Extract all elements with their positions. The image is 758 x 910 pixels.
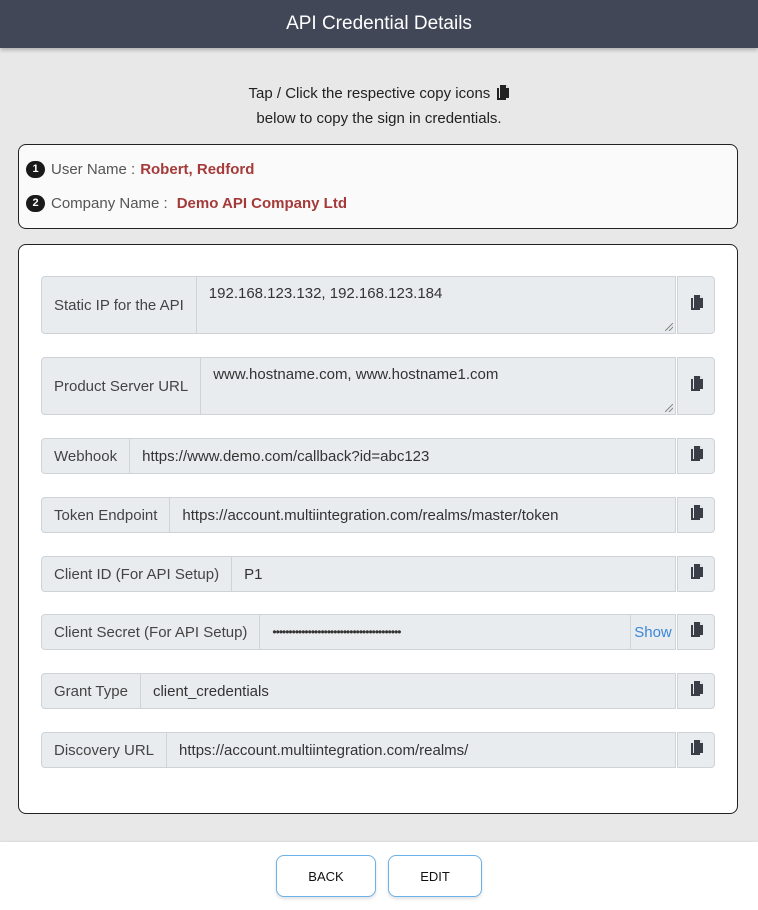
page-title: API Credential Details: [286, 13, 472, 34]
copy-token-endpoint-button[interactable]: [677, 497, 715, 533]
copy-icon: [690, 295, 703, 315]
webhook-label: Webhook: [41, 438, 131, 474]
token-endpoint-input[interactable]: https://account.multiintegration.com/rea…: [170, 497, 676, 533]
company-name-label: Company Name :: [51, 194, 168, 212]
show-secret-button[interactable]: Show: [630, 614, 676, 650]
client-id-label: Client ID (For API Setup): [41, 556, 233, 592]
client-secret-label: Client Secret (For API Setup): [41, 614, 261, 650]
client-id-input[interactable]: P1: [232, 556, 676, 592]
field-group-token-endpoint: Token Endpoint https://account.multiinte…: [41, 497, 715, 533]
credentials-card: Static IP for the API 192.168.123.132, 1…: [18, 244, 738, 814]
copy-product-server-url-button[interactable]: [677, 357, 715, 415]
back-button[interactable]: BACK: [276, 855, 376, 897]
copy-icon: [690, 681, 703, 701]
client-secret-input[interactable]: ••••••••••••••••••••••••••••••••••••••••: [260, 614, 631, 650]
copy-discovery-url-button[interactable]: [677, 732, 715, 768]
copy-icon: [690, 446, 703, 466]
copy-icon: [496, 84, 510, 107]
webhook-input[interactable]: https://www.demo.com/callback?id=abc123: [130, 438, 676, 474]
company-name-value: Demo API Company Ltd: [176, 194, 348, 212]
discovery-url-input[interactable]: https://account.multiintegration.com/rea…: [167, 732, 676, 768]
static-ip-label: Static IP for the API: [41, 276, 197, 334]
product-server-url-textarea[interactable]: www.hostname.com, www.hostname1.com: [201, 357, 676, 415]
copy-grant-type-button[interactable]: [677, 673, 715, 709]
copy-icon: [690, 622, 703, 642]
product-server-url-label: Product Server URL: [41, 357, 202, 415]
field-group-product-server-url: Product Server URL www.hostname.com, www…: [41, 357, 715, 415]
copy-client-secret-button[interactable]: [677, 614, 715, 650]
page-header: API Credential Details: [0, 0, 758, 48]
user-name-row: 1 User Name : Robert, Redford: [26, 159, 737, 179]
grant-type-label: Grant Type: [41, 673, 141, 709]
instructions-line-2: below to copy the sign in credentials.: [256, 110, 502, 127]
instructions: Tap / Click the respective copy icons be…: [0, 82, 758, 130]
edit-button[interactable]: EDIT: [388, 855, 482, 897]
user-name-label: User Name :: [51, 160, 136, 178]
discovery-url-label: Discovery URL: [41, 732, 168, 768]
copy-icon: [690, 740, 703, 760]
product-server-url-value: www.hostname.com, www.hostname1.com: [213, 366, 499, 383]
field-group-discovery-url: Discovery URL https://account.multiinteg…: [41, 732, 715, 768]
copy-icon: [690, 376, 703, 396]
resize-handle[interactable]: [665, 404, 673, 412]
field-group-static-ip: Static IP for the API 192.168.123.132, 1…: [41, 276, 715, 334]
field-group-grant-type: Grant Type client_credentials: [41, 673, 715, 709]
static-ip-value: 192.168.123.132, 192.168.123.184: [208, 285, 443, 302]
grant-type-input[interactable]: client_credentials: [140, 673, 676, 709]
company-name-row: 2 Company Name : Demo API Company Ltd: [26, 193, 737, 213]
step-badge: 1: [26, 160, 45, 178]
field-group-webhook: Webhook https://www.demo.com/callback?id…: [41, 438, 715, 474]
step-badge: 2: [26, 194, 45, 212]
copy-icon: [690, 505, 703, 525]
resize-handle[interactable]: [665, 323, 673, 331]
user-name-value: Robert, Redford: [140, 160, 255, 178]
footer-actions: BACK EDIT: [0, 842, 758, 910]
instructions-line-1: Tap / Click the respective copy icons: [248, 85, 491, 102]
user-info-card: 1 User Name : Robert, Redford 2 Company …: [18, 144, 738, 229]
field-group-client-id: Client ID (For API Setup) P1: [41, 556, 715, 592]
copy-webhook-button[interactable]: [677, 438, 715, 474]
static-ip-textarea[interactable]: 192.168.123.132, 192.168.123.184: [196, 276, 676, 334]
field-group-client-secret: Client Secret (For API Setup) ••••••••••…: [41, 614, 715, 650]
token-endpoint-label: Token Endpoint: [41, 497, 171, 533]
copy-icon: [690, 564, 703, 584]
copy-static-ip-button[interactable]: [677, 276, 715, 334]
copy-client-id-button[interactable]: [677, 556, 715, 592]
